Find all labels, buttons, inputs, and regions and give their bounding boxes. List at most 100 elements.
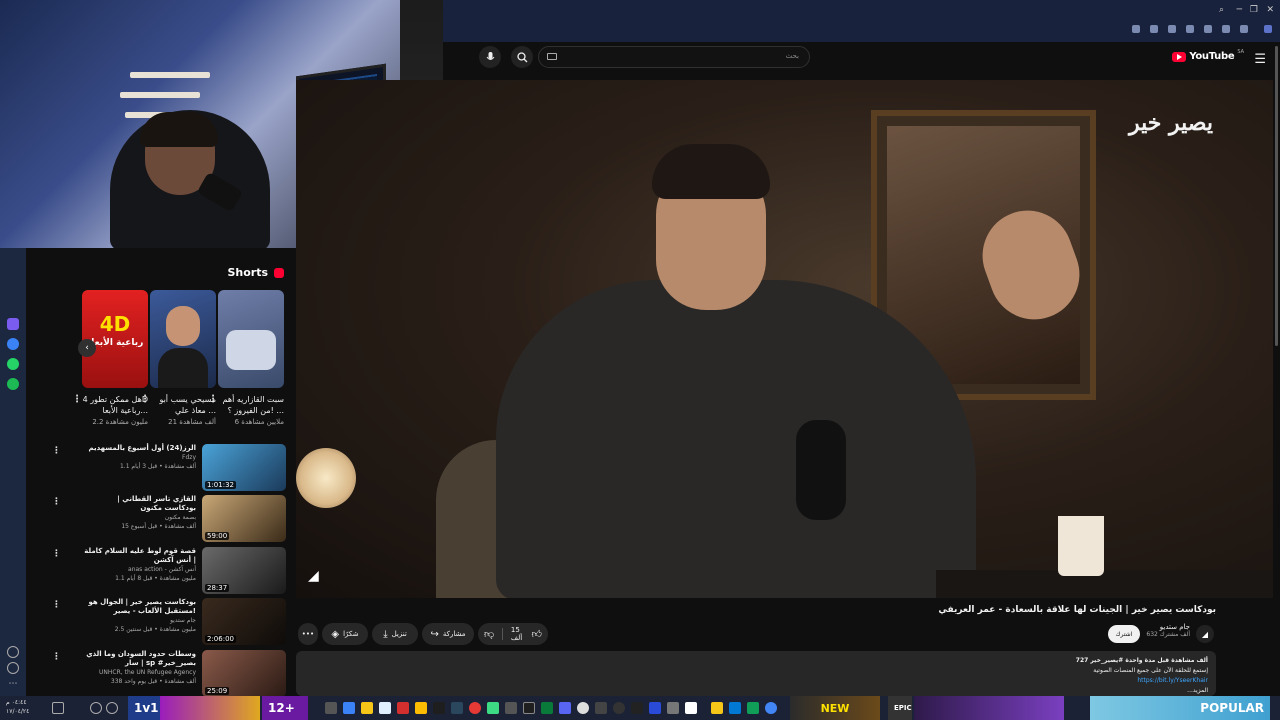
extension-icon[interactable] (1132, 25, 1140, 33)
epic-games-icon[interactable] (325, 702, 337, 714)
taskbar-banner[interactable]: 1v1 (128, 696, 160, 720)
related-video[interactable]: 1:01:32 الرز(24) أول أسبوع بالمسهديم Fdzy… (52, 444, 286, 492)
app-icon[interactable] (595, 702, 607, 714)
chrome-icon[interactable] (765, 702, 777, 714)
folder-icon[interactable] (711, 702, 723, 714)
app-icon[interactable] (685, 702, 697, 714)
related-video[interactable]: 25:09 وسطات حدود السودان وما الذي سار | … (52, 650, 286, 698)
app-icon[interactable] (667, 702, 679, 714)
channel-avatar[interactable]: ◢ (1196, 625, 1214, 643)
video-player[interactable]: يصير خير ◢ (296, 80, 1273, 598)
video-title[interactable]: وسطات حدود السودان وما الذي سار | sp #بص… (84, 650, 196, 668)
hamburger-menu-icon[interactable]: ☰ (1254, 52, 1266, 67)
language-icon[interactable] (52, 702, 64, 714)
app-icon[interactable] (577, 702, 589, 714)
taskbar-clock[interactable]: ٠٤:٤٤ م ١٧/٠٤/٢٤ (6, 698, 29, 716)
video-thumbnail[interactable]: 28:37 (202, 547, 286, 594)
more-options-icon[interactable]: ⋮ (72, 394, 82, 405)
search-input[interactable]: بحث (538, 46, 810, 68)
taskbar-thumbnail[interactable] (160, 696, 260, 720)
app-icon[interactable] (379, 702, 391, 714)
more-options-icon[interactable]: ⋮ (52, 446, 61, 456)
app-icon[interactable] (343, 702, 355, 714)
profile-icon[interactable] (1264, 25, 1272, 33)
wifi-icon[interactable] (106, 702, 118, 714)
short-title[interactable]: مسيحي يسب أبو معاذ علي ... (150, 394, 216, 416)
microphone-button[interactable] (479, 46, 501, 68)
search-button[interactable] (511, 46, 533, 68)
more-options-icon[interactable]: ⋮ (52, 497, 61, 507)
short-thumbnail[interactable] (218, 290, 284, 388)
channel-name[interactable]: بصمة مكنون (84, 513, 196, 522)
video-title[interactable]: بودكاست يصير خير | الجوال هو مستقبل الأل… (84, 598, 196, 616)
app-icon[interactable] (361, 702, 373, 714)
channel-name[interactable]: Fdzy (84, 453, 196, 462)
related-video[interactable]: 2:06:00 بودكاست يصير خير | الجوال هو مست… (52, 598, 286, 646)
app-icon[interactable] (613, 702, 625, 714)
video-thumbnail[interactable]: 1:01:32 (202, 444, 286, 491)
close-icon[interactable]: ✕ (1266, 5, 1274, 15)
short-thumbnail[interactable] (150, 290, 216, 388)
app-icon[interactable] (505, 702, 517, 714)
messenger-icon[interactable] (7, 338, 19, 350)
video-title[interactable]: القازي تاسر القطاني | بودكاست مكنون (84, 495, 196, 513)
channel-name[interactable]: جام ستديو (84, 616, 196, 625)
menu-icon[interactable] (1240, 25, 1248, 33)
extension-icon[interactable] (1168, 25, 1176, 33)
app-icon[interactable] (433, 702, 445, 714)
short-card[interactable]: 4D رباعية الأبعاد هل ممكن تطور 4D رباعية… (72, 290, 148, 426)
short-card[interactable]: مسيحي يسب أبو معاذ علي ... 21 ألف مشاهدة… (140, 290, 216, 426)
video-thumbnail[interactable]: 59:00 (202, 495, 286, 542)
more-options-icon[interactable]: ⋮ (52, 600, 61, 610)
more-options-icon[interactable]: ⋮ (52, 549, 61, 559)
app-icon[interactable] (729, 702, 741, 714)
taskbar-thumbnail[interactable] (914, 696, 1064, 720)
minimize-icon[interactable]: ─ (1237, 5, 1242, 15)
youtube-logo[interactable]: YouTube SA (1172, 49, 1244, 62)
app-icon[interactable] (631, 702, 643, 714)
app-icon[interactable] (541, 702, 553, 714)
page-scrollbar[interactable] (1273, 42, 1280, 696)
description-link[interactable]: https://bit.ly/YseerKhair (1137, 677, 1208, 684)
short-card[interactable]: سبت القازاريه أهم من الفيروز ؟! ... 6 مل… (208, 290, 284, 426)
short-title[interactable]: هل ممكن تطور 4D رباعية الأبعا... (82, 394, 148, 416)
more-icon[interactable]: ⋯ (7, 678, 19, 690)
channel-name[interactable]: جام ستديو (1146, 623, 1190, 631)
short-title[interactable]: سبت القازاريه أهم من الفيروز ؟! ... (218, 394, 284, 416)
subscribe-button[interactable]: اشترك (1108, 625, 1140, 643)
heart-icon[interactable] (1204, 25, 1212, 33)
thanks-button[interactable]: ◈ شكرًا (322, 623, 368, 645)
related-video[interactable]: 28:37 قصة قوم لوط عليه السلام كاملة | أن… (52, 547, 286, 595)
app-icon[interactable] (397, 702, 409, 714)
restore-icon[interactable]: ❐ (1250, 5, 1258, 15)
like-icon[interactable]: 👍︎ (532, 628, 542, 640)
video-thumbnail[interactable]: 2:06:00 (202, 598, 286, 645)
app-icon[interactable] (415, 702, 427, 714)
app-icon[interactable] (487, 702, 499, 714)
channel-name[interactable]: anas action - أنس آكشن (84, 565, 196, 574)
taskbar-banner[interactable]: POPULAR (1090, 696, 1270, 720)
more-options-icon[interactable]: ⋮ (52, 652, 61, 662)
keyboard-icon[interactable] (547, 53, 557, 60)
steam-icon[interactable] (451, 702, 463, 714)
extension-icon[interactable] (1150, 25, 1158, 33)
download-icon[interactable] (1222, 25, 1230, 33)
app-icon[interactable] (7, 318, 19, 330)
dislike-icon[interactable]: 👎︎ (484, 628, 494, 640)
scrollbar-thumb[interactable] (1275, 46, 1278, 346)
clock-icon[interactable] (7, 662, 19, 674)
more-actions-button[interactable]: ••• (298, 623, 318, 645)
extension-icon[interactable] (1186, 25, 1194, 33)
download-button[interactable]: ⤓ تنزيل (372, 623, 418, 645)
taskbar-banner[interactable]: EPIC (888, 696, 912, 720)
share-button[interactable]: ↪ مشاركة (422, 623, 474, 645)
search-icon[interactable]: ⌕ (1219, 5, 1224, 15)
related-video[interactable]: 59:00 القازي تاسر القطاني | بودكاست مكنو… (52, 495, 286, 543)
carousel-prev-button[interactable]: ‹ (78, 339, 96, 357)
whatsapp-icon[interactable] (7, 358, 19, 370)
discord-icon[interactable] (559, 702, 571, 714)
video-thumbnail[interactable]: 25:09 (202, 650, 286, 697)
channel-name[interactable]: UNHCR, the UN Refugee Agency (84, 668, 196, 677)
app-icon[interactable] (747, 702, 759, 714)
app-icon[interactable] (649, 702, 661, 714)
